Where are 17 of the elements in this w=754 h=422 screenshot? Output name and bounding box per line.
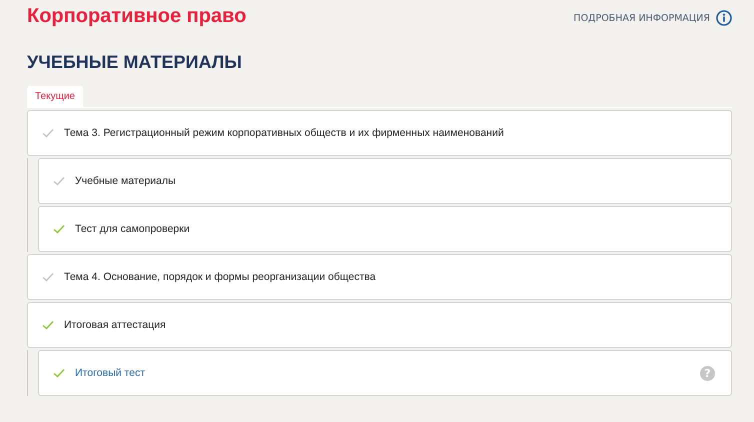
lesson-title[interactable]: Итоговый тест [75,367,146,379]
lesson-title: Тест для самопроверки [75,223,190,235]
topic-title: Тема 3. Регистрационный режим корпоративных обществ и их фирменных наименований [64,127,504,139]
lesson-title: Учебные материалы [75,175,176,187]
course-title: Корпоративное право [27,4,246,28]
section-title: УЧЕБНЫЕ МАТЕРИАЛЫ [27,52,243,73]
topic-card[interactable]: Тема 4. Основание, порядок и формы реорганизации общества [27,254,732,300]
topic-card[interactable]: Итоговая аттестация [27,302,732,348]
lesson-card[interactable]: Итоговый тест ? [38,350,732,396]
lesson-card[interactable]: Учебные материалы [38,158,732,204]
topic-card[interactable]: Тема 3. Регистрационный режим корпоративных обществ и их фирменных наименований [27,110,732,156]
tab[interactable]: Текущие [27,86,83,107]
topic-title: Итоговая аттестация [64,319,166,331]
topic-title: Тема 4. Основание, порядок и формы реорганизации общества [64,271,376,283]
lesson-card[interactable]: Тест для самопроверки [38,206,732,252]
info-icon [716,10,732,26]
info-link[interactable]: ПОДРОБНАЯ ИНФОРМАЦИЯ [574,6,732,26]
